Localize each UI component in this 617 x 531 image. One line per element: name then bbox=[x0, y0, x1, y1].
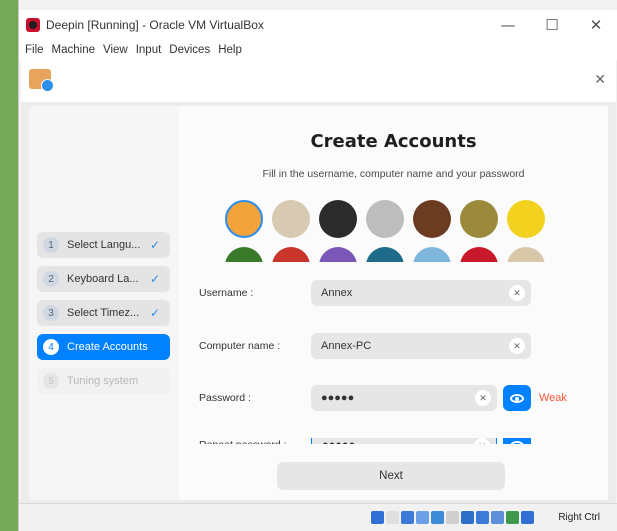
device-status-icon[interactable] bbox=[371, 511, 384, 524]
device-status-icon[interactable] bbox=[506, 511, 519, 524]
avatar-option[interactable] bbox=[413, 247, 451, 262]
username-field[interactable]: Annex ✕ bbox=[311, 280, 531, 306]
close-window-button[interactable]: ✕ bbox=[574, 10, 617, 40]
device-status-icon[interactable] bbox=[476, 511, 489, 524]
vm-display: ✕ 1 Select Langu... ✓ 2 Keyboard La... ✓… bbox=[21, 60, 616, 503]
installer-close-icon[interactable]: ✕ bbox=[594, 72, 606, 88]
avatar-option[interactable] bbox=[507, 200, 545, 238]
menu-input[interactable]: Input bbox=[136, 44, 162, 56]
step-number: 1 bbox=[43, 237, 59, 253]
device-status-icon[interactable] bbox=[431, 511, 444, 524]
step-label: Keyboard La... bbox=[67, 273, 139, 285]
avatar-picker bbox=[225, 200, 545, 262]
avatar-option[interactable] bbox=[272, 200, 310, 238]
avatar-option[interactable] bbox=[366, 247, 404, 262]
avatar-option[interactable] bbox=[225, 247, 263, 262]
menu-help[interactable]: Help bbox=[218, 44, 242, 56]
next-button[interactable]: Next bbox=[277, 462, 505, 490]
step-label: Select Timez... bbox=[67, 307, 140, 319]
avatar-option[interactable] bbox=[460, 247, 498, 262]
minimize-button[interactable]: — bbox=[486, 10, 530, 40]
device-status-icon[interactable] bbox=[401, 511, 414, 524]
password-row: Password : ●●●●● ✕ Weak bbox=[199, 385, 591, 411]
password-label: Password : bbox=[199, 392, 251, 404]
device-status-icon[interactable] bbox=[446, 511, 459, 524]
username-value: Annex bbox=[321, 287, 353, 299]
show-password-eye-icon[interactable] bbox=[503, 385, 531, 411]
virtualbox-window: Deepin [Running] - Oracle VM VirtualBox … bbox=[18, 0, 617, 531]
password-strength: Weak bbox=[539, 392, 567, 404]
computer-name-row: Computer name : Annex-PC ✕ bbox=[199, 333, 591, 359]
check-icon: ✓ bbox=[150, 272, 161, 286]
clear-computer-name-icon[interactable]: ✕ bbox=[509, 338, 525, 354]
password-value: ●●●●● bbox=[321, 392, 355, 404]
step-number: 5 bbox=[43, 373, 59, 389]
window-title: Deepin [Running] - Oracle VM VirtualBox bbox=[46, 18, 264, 32]
step-select-timezone[interactable]: 3 Select Timez... ✓ bbox=[37, 300, 170, 326]
vm-statusbar: Right Ctrl bbox=[19, 503, 617, 531]
step-tuning-system: 5 Tuning system bbox=[37, 368, 170, 394]
avatar-option[interactable] bbox=[272, 247, 310, 262]
step-keyboard-layout[interactable]: 2 Keyboard La... ✓ bbox=[37, 266, 170, 292]
menubar: File Machine View Input Devices Help bbox=[19, 40, 617, 60]
step-number: 4 bbox=[43, 339, 59, 355]
step-select-language[interactable]: 1 Select Langu... ✓ bbox=[37, 232, 170, 258]
avatar-option[interactable] bbox=[507, 247, 545, 262]
menu-view[interactable]: View bbox=[103, 44, 128, 56]
step-label: Create Accounts bbox=[67, 341, 148, 353]
page-subtitle: Fill in the username, computer name and … bbox=[262, 168, 525, 180]
check-icon: ✓ bbox=[150, 238, 161, 252]
computer-name-field[interactable]: Annex-PC ✕ bbox=[311, 333, 531, 359]
host-key-label: Right Ctrl bbox=[558, 512, 600, 523]
device-status-icon[interactable] bbox=[461, 511, 474, 524]
username-label: Username : bbox=[199, 287, 254, 299]
computer-name-label: Computer name : bbox=[199, 340, 281, 352]
step-number: 3 bbox=[43, 305, 59, 321]
device-status-icon[interactable] bbox=[491, 511, 504, 524]
scroll-fade bbox=[179, 444, 608, 452]
menu-machine[interactable]: Machine bbox=[52, 44, 95, 56]
avatar-option[interactable] bbox=[366, 200, 404, 238]
clear-password-icon[interactable]: ✕ bbox=[475, 390, 491, 406]
password-field[interactable]: ●●●●● ✕ bbox=[311, 385, 497, 411]
avatar-option[interactable] bbox=[319, 200, 357, 238]
computer-name-value: Annex-PC bbox=[321, 340, 372, 352]
avatar-option[interactable] bbox=[460, 200, 498, 238]
menu-devices[interactable]: Devices bbox=[169, 44, 210, 56]
create-accounts-panel: Create Accounts Fill in the username, co… bbox=[179, 106, 608, 500]
page-title: Create Accounts bbox=[310, 131, 477, 152]
username-row: Username : Annex ✕ bbox=[199, 280, 591, 306]
avatar-option[interactable] bbox=[319, 247, 357, 262]
avatar-option[interactable] bbox=[225, 200, 263, 238]
device-status-icon[interactable] bbox=[521, 511, 534, 524]
step-label: Select Langu... bbox=[67, 239, 141, 251]
step-create-accounts[interactable]: 4 Create Accounts bbox=[37, 334, 170, 360]
installer-steps-sidebar: 1 Select Langu... ✓ 2 Keyboard La... ✓ 3… bbox=[29, 106, 179, 500]
clear-username-icon[interactable]: ✕ bbox=[509, 285, 525, 301]
menu-file[interactable]: File bbox=[25, 44, 44, 56]
desktop-background bbox=[0, 0, 18, 531]
device-status-icon[interactable] bbox=[416, 511, 429, 524]
check-icon: ✓ bbox=[150, 306, 161, 320]
installer-logo-icon bbox=[29, 69, 54, 92]
window-titlebar: Deepin [Running] - Oracle VM VirtualBox … bbox=[19, 10, 617, 40]
step-label: Tuning system bbox=[67, 375, 139, 387]
step-number: 2 bbox=[43, 271, 59, 287]
avatar-option[interactable] bbox=[413, 200, 451, 238]
virtualbox-app-icon bbox=[26, 18, 40, 32]
maximize-button[interactable]: ☐ bbox=[530, 10, 574, 40]
device-status-icon[interactable] bbox=[386, 511, 399, 524]
installer-header: ✕ bbox=[21, 60, 616, 102]
